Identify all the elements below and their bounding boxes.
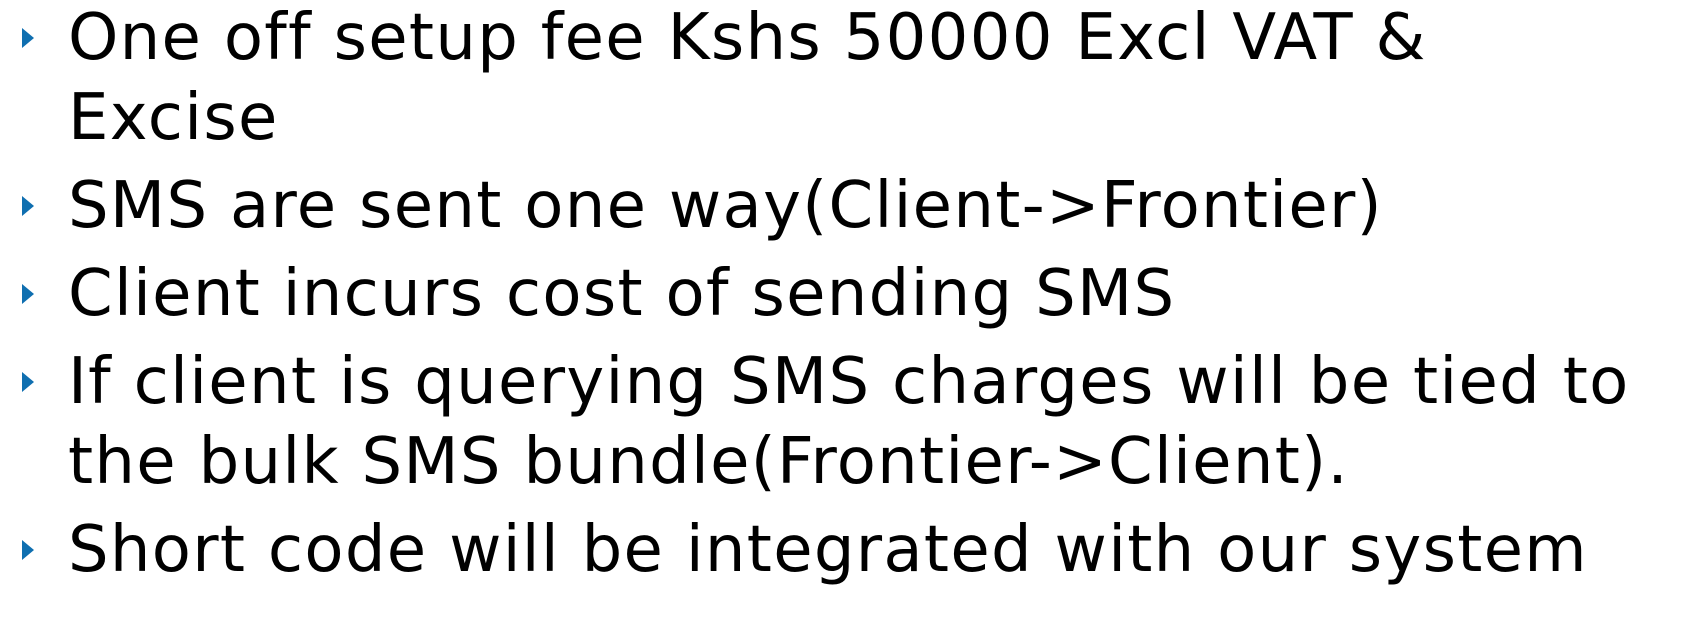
- bullet-text-line: the bulk SMS bundle(Frontier->Client).: [68, 425, 1350, 499]
- bullet-text-line: Excise: [68, 81, 279, 155]
- triangle-right-icon: [22, 540, 34, 560]
- slide: One off setup fee Kshs 50000 Excl VAT & …: [0, 0, 1708, 637]
- triangle-right-icon: [22, 372, 34, 392]
- triangle-right-icon: [22, 284, 34, 304]
- triangle-right-icon: [22, 196, 34, 216]
- triangle-right-icon: [22, 28, 34, 48]
- bullet-text-line: If client is querying SMS charges will b…: [68, 345, 1630, 419]
- bullet-text-line: One off setup fee Kshs 50000 Excl VAT &: [68, 1, 1427, 75]
- bullet-text-line: Client incurs cost of sending SMS: [68, 257, 1176, 331]
- bullet-text-line: Short code will be integrated with our s…: [68, 513, 1588, 587]
- bullet-text-line: SMS are sent one way(Client->Frontier): [68, 169, 1383, 243]
